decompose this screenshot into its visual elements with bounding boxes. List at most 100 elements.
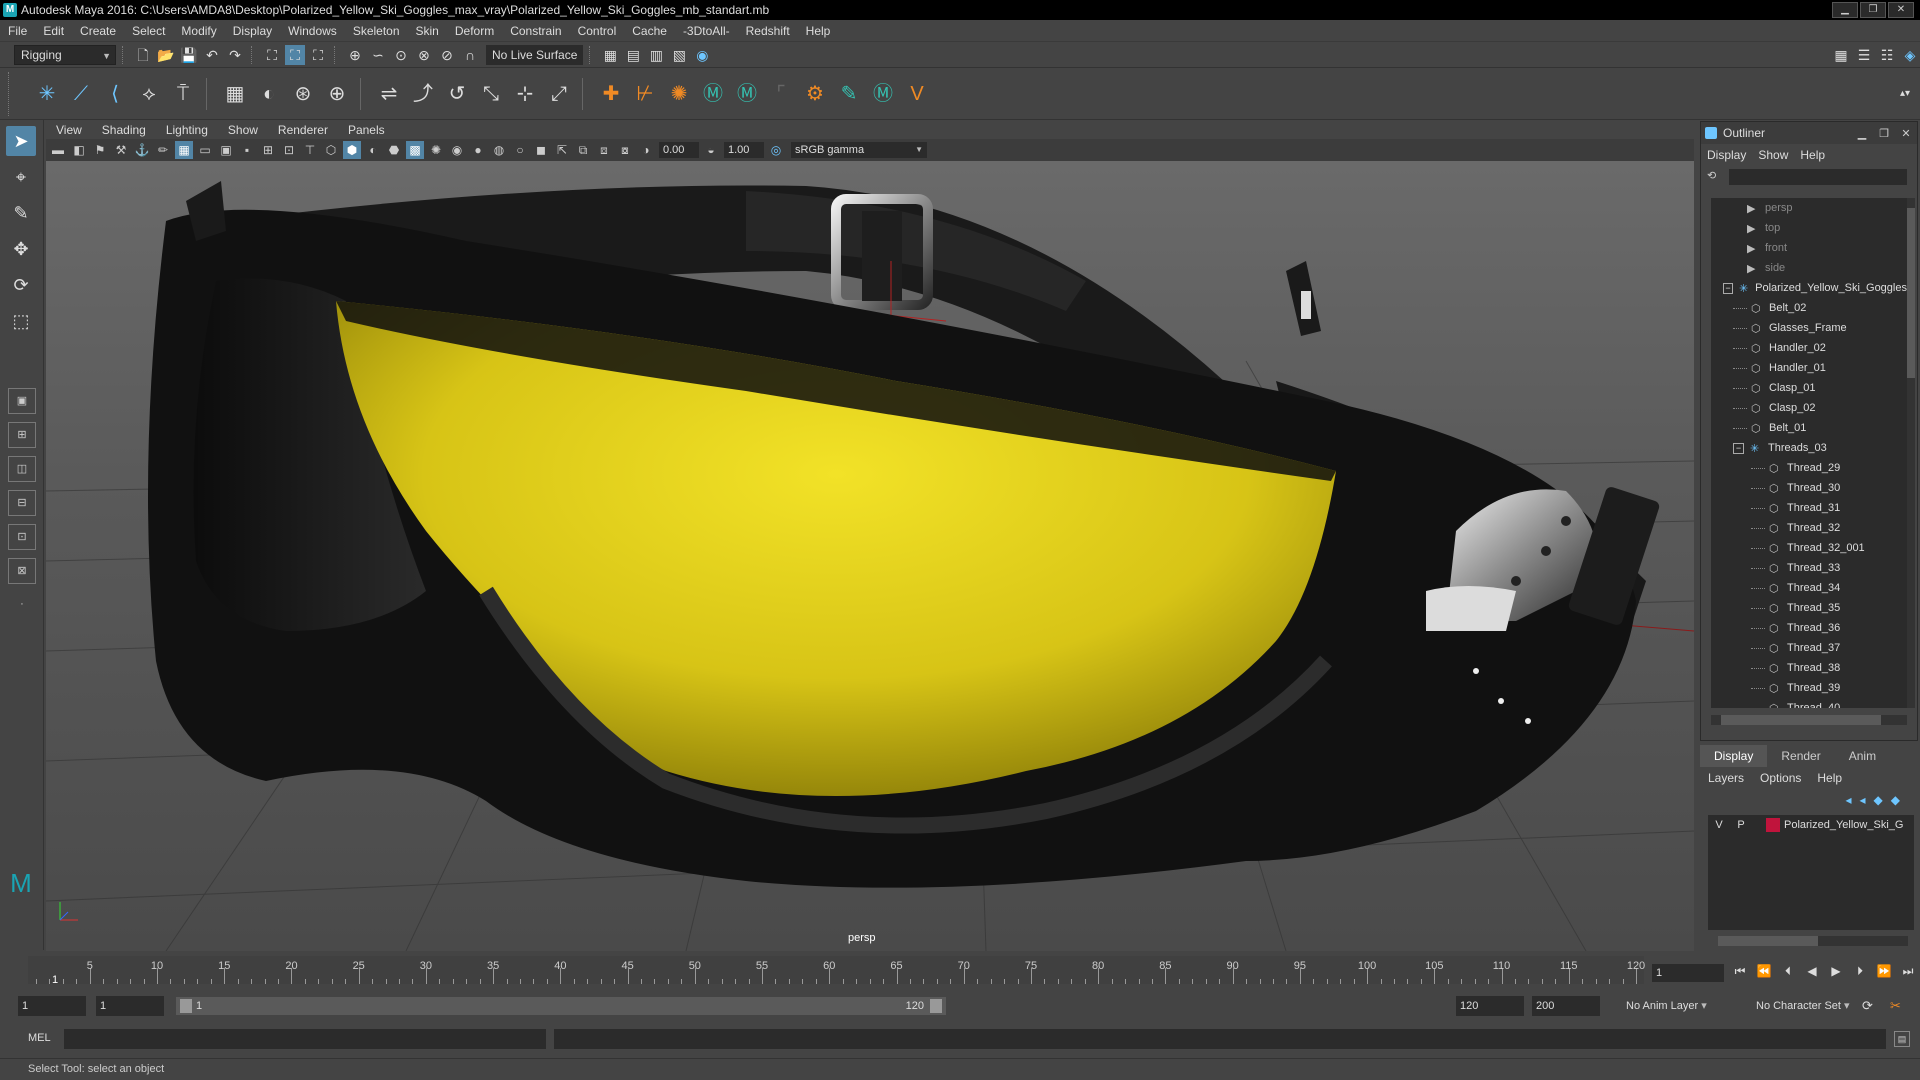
lattice-icon[interactable]: ▦ [220,79,250,109]
menu-windows[interactable]: Windows [280,20,345,42]
cluster-icon[interactable]: ◐ [254,79,284,109]
outliner-item[interactable]: ⬡ Handler_01 [1711,358,1907,378]
layer-menu-layers[interactable]: Layers [1700,771,1752,785]
xray-active-icon[interactable]: ⧈ [595,141,613,159]
image-plane-icon[interactable]: ⚒ [112,141,130,159]
go-to-end-icon[interactable]: ⏭ [1896,964,1920,979]
outliner-item[interactable]: ⬡ Thread_30 [1711,478,1907,498]
snap-grid-icon[interactable]: ⊕ [345,45,365,65]
new-scene-icon[interactable]: 🗋 [133,45,153,65]
xray-joints-icon[interactable]: ⧇ [616,141,634,159]
menu-file[interactable]: File [0,20,35,42]
outliner-item[interactable]: ⬡ Thread_32 [1711,518,1907,538]
outliner-item[interactable]: ⬡ Clasp_02 [1711,398,1907,418]
outliner-maximize-button[interactable]: ❐ [1873,127,1895,140]
time-slider-track[interactable]: 1 5 10 15 20 25 30 35 40 45 50 55 60 65 70 75 80 85 90 95 1… [28,956,1645,986]
pole-vector-icon[interactable]: ⤢ [544,79,574,109]
viewport-menu-panels[interactable]: Panels [338,123,395,137]
redo-icon[interactable]: ↷ [225,45,245,65]
layer-color-swatch[interactable] [1766,818,1780,832]
outliner-item[interactable]: ▶ top [1711,218,1907,238]
outliner-menu-show[interactable]: Show [1752,148,1794,162]
scale-constraint-icon[interactable]: ⤡ [476,79,506,109]
filter-icon[interactable]: ⟲ [1707,169,1723,185]
menu-deform[interactable]: Deform [447,20,502,42]
maximize-button[interactable]: ❐ [1860,2,1886,18]
exposure-icon[interactable]: ◑ [637,141,655,159]
snap-surface-icon[interactable]: ⊘ [437,45,457,65]
shadows-icon[interactable]: ◉ [448,141,466,159]
collapse-toggle-icon[interactable]: − [1723,282,1733,294]
layer-row[interactable]: V P Polarized_Yellow_Ski_G [1708,815,1914,835]
scale-tool-icon[interactable]: ⬚ [6,306,36,336]
select-camera-icon[interactable]: ▬ [49,141,67,159]
outliner-menu-help[interactable]: Help [1794,148,1831,162]
custom-layout-icon[interactable]: · [8,592,36,618]
viewport-menu-show[interactable]: Show [218,123,268,137]
animation-start-field[interactable]: 1 [18,996,86,1016]
layer-action-icons[interactable]: ◂◂◆◆ [1700,789,1918,811]
blank-shelf-icon[interactable]: ⌜ [766,79,796,109]
outliner-item[interactable]: ⬡ Clasp_01 [1711,378,1907,398]
snap-magnet-icon[interactable]: ∩ [460,45,480,65]
outliner-menu-display[interactable]: Display [1701,148,1752,162]
menu-create[interactable]: Create [72,20,124,42]
anim-layer-dropdown[interactable]: No Anim Layer [1620,996,1738,1016]
step-forward-key-icon[interactable]: ⏩ [1872,964,1896,979]
outliner-item[interactable]: ⬡ Belt_01 [1711,418,1907,438]
menu-constrain[interactable]: Constrain [502,20,569,42]
grid-icon[interactable]: ▦ [175,141,193,159]
point-constraint-icon[interactable]: ⤴ [408,79,438,109]
render-settings-icon[interactable]: ▦ [600,45,620,65]
snap-point-icon[interactable]: ⊙ [391,45,411,65]
menu-3dtoall[interactable]: -3DtoAll- [675,20,738,42]
isolate-select-icon[interactable]: ⇱ [553,141,571,159]
tab-anim[interactable]: Anim [1835,745,1890,767]
step-back-key-icon[interactable]: ⏪ [1752,964,1776,979]
range-start-handle[interactable] [180,999,192,1013]
viewport-menu-view[interactable]: View [46,123,92,137]
outliner-item[interactable]: ⬡ Thread_36 [1711,618,1907,638]
menu-help[interactable]: Help [798,20,839,42]
layer-playback-toggle[interactable]: P [1730,819,1752,831]
create-joint-icon[interactable]: ✳ [32,79,62,109]
auto-key-icon[interactable]: ⟳ [1862,998,1873,1014]
shelf-scroll-icon[interactable]: ▴▾ [1890,79,1920,109]
bookmark-icon[interactable]: ⚑ [91,141,109,159]
paint-weights-icon[interactable]: ⍑ [168,79,198,109]
view-transform-dropdown[interactable]: sRGB gamma [791,142,927,158]
outliner-item[interactable]: − ✳ Threads_03 [1711,438,1907,458]
layer-visibility-toggle[interactable]: V [1708,819,1730,831]
outliner-item[interactable]: ⬡ Thread_37 [1711,638,1907,658]
skin-tool-icon[interactable]: ⚙ [800,79,830,109]
hypershade-layout-icon[interactable]: ⊠ [8,558,36,584]
open-scene-icon[interactable]: 📂 [156,45,176,65]
script-editor-icon[interactable]: ▤ [1894,1031,1910,1047]
color-management-icon[interactable]: ◎ [767,141,785,159]
menu-modify[interactable]: Modify [173,20,224,42]
locator-icon[interactable]: ✚ [596,79,626,109]
bind-skin-icon[interactable]: ⟡ [134,79,164,109]
outliner-item[interactable]: ⬡ Belt_02 [1711,298,1907,318]
exposure-field[interactable]: 0.00 [659,142,699,158]
depth-of-field-icon[interactable]: ◼ [532,141,550,159]
tab-display[interactable]: Display [1700,745,1768,767]
live-surface-field[interactable]: No Live Surface [486,44,584,65]
wireframe-icon[interactable]: ⬡ [322,141,340,159]
outliner-item[interactable]: − ✳ Polarized_Yellow_Ski_Goggles [1711,278,1907,298]
use-default-material-icon[interactable]: ◐ [364,141,382,159]
snap-curve-icon[interactable]: ∽ [368,45,388,65]
ik-handle-icon[interactable]: ⟋ [66,79,96,109]
use-all-lights-icon[interactable]: ✺ [427,141,445,159]
outliner-item[interactable]: ▶ side [1711,258,1907,278]
render-view-icon[interactable]: ▧ [669,45,689,65]
save-scene-icon[interactable]: 💾 [179,45,199,65]
select-object-icon[interactable]: ⛶ [285,44,305,65]
v-tool-icon[interactable]: V [902,79,932,109]
menu-set-selector[interactable]: Rigging [14,44,116,65]
wrap-icon[interactable]: ⊛ [288,79,318,109]
single-pane-layout-icon[interactable]: ▣ [8,388,36,414]
parent-constraint-icon[interactable]: ⇌ [374,79,404,109]
playback-start-field[interactable]: 1 [96,996,164,1016]
outliner-item[interactable]: ▶ persp [1711,198,1907,218]
